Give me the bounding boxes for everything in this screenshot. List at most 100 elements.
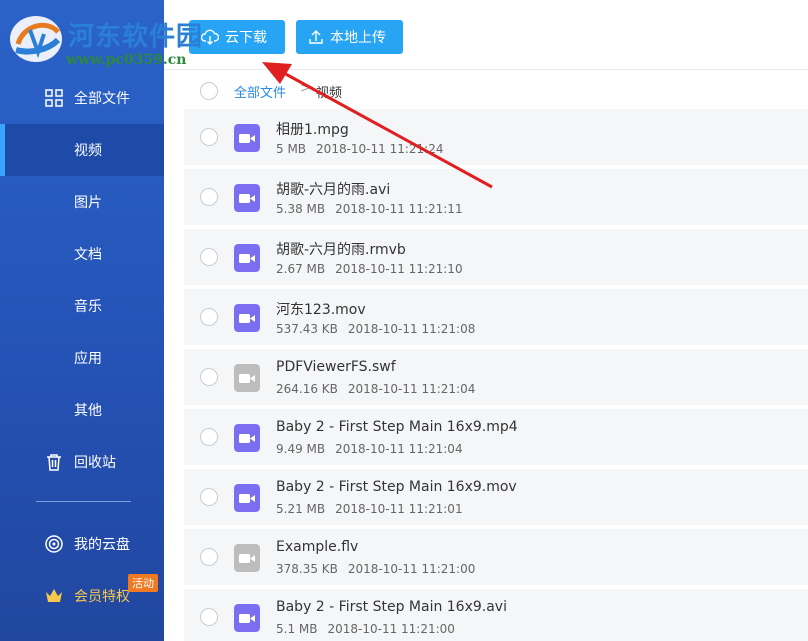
crown-icon — [46, 589, 62, 602]
file-date: 2018-10-11 11:21:11 — [335, 202, 463, 216]
video-file-icon — [234, 484, 260, 512]
file-row[interactable]: 胡歌-六月的雨.rmvb 2.67 MB 2018-10-11 11:21:10 — [184, 229, 808, 289]
file-row-background — [184, 469, 808, 525]
sidebar-item-video[interactable]: 视频 — [0, 124, 164, 176]
file-checkbox[interactable] — [200, 188, 218, 206]
file-date: 2018-10-11 11:21:00 — [347, 562, 476, 576]
sidebar-item-label: 图片 — [74, 195, 102, 211]
file-size: 2.67 MB — [276, 262, 326, 276]
file-row-background — [184, 409, 808, 465]
logo-icon — [10, 16, 62, 62]
file-size: 5.21 MB — [276, 502, 326, 516]
file-size: 5.1 MB — [276, 622, 318, 636]
activity-badge: 活动 — [128, 574, 158, 592]
file-row[interactable]: 胡歌-六月的雨.avi 5.38 MB 2018-10-11 11:21:11 — [184, 169, 808, 229]
file-row[interactable]: Example.flv 378.35 KB 2018-10-11 11:21:00 — [184, 529, 808, 589]
file-size: 5 MB — [276, 142, 307, 156]
sidebar-item-label: 全部文件 — [74, 91, 130, 107]
sidebar-item-label: 我的云盘 — [74, 537, 130, 553]
file-meta: 2.67 MB 2018-10-11 11:21:10 — [276, 262, 463, 276]
file-meta: 264.16 KB 2018-10-11 11:21:04 — [276, 382, 475, 396]
sidebar-item-label: 应用 — [74, 351, 102, 367]
file-name[interactable]: 河东123.mov — [276, 299, 366, 319]
file-checkbox[interactable] — [200, 308, 218, 326]
file-list: 相册1.mpg 5 MB 2018-10-11 11:21:24 胡歌-六月的雨.av… — [184, 109, 808, 641]
sidebar-item-documents[interactable]: 文档 — [0, 228, 164, 280]
breadcrumb: 全部文件 > 视频 — [184, 80, 784, 102]
sidebar-item-music[interactable]: 音乐 — [0, 280, 164, 332]
sidebar-item-recycle-bin[interactable]: 回收站 — [0, 436, 164, 488]
sidebar-item-label: 文档 — [74, 247, 102, 263]
file-checkbox[interactable] — [200, 428, 218, 446]
file-name[interactable]: Baby 2 - First Step Main 16x9.mov — [276, 479, 517, 495]
local-upload-label: 本地上传 — [330, 30, 386, 46]
file-date: 2018-10-11 11:21:00 — [327, 622, 455, 636]
file-checkbox[interactable] — [200, 548, 218, 566]
file-size: 5.38 MB — [276, 202, 326, 216]
file-row-background — [184, 529, 808, 585]
video-file-icon — [234, 424, 260, 452]
sidebar-nav: 全部文件 视频 图片 文档 音乐 应用 其他 回收站 — [0, 72, 164, 488]
grid-icon — [45, 89, 63, 107]
file-name[interactable]: PDFViewerFS.swf — [276, 359, 396, 375]
file-meta: 5.1 MB 2018-10-11 11:21:00 — [276, 622, 455, 636]
breadcrumb-separator: > — [300, 81, 311, 96]
file-size: 537.43 KB — [276, 322, 338, 336]
video-file-icon — [234, 304, 260, 332]
select-all-checkbox[interactable] — [200, 82, 218, 100]
file-meta: 5 MB 2018-10-11 11:21:24 — [276, 142, 444, 156]
file-name[interactable]: Baby 2 - First Step Main 16x9.avi — [276, 599, 507, 615]
sidebar-item-images[interactable]: 图片 — [0, 176, 164, 228]
file-row[interactable]: 相册1.mpg 5 MB 2018-10-11 11:21:24 — [184, 109, 808, 169]
local-upload-button[interactable]: 本地上传 — [296, 20, 403, 54]
file-checkbox[interactable] — [200, 248, 218, 266]
sidebar-item-apps[interactable]: 应用 — [0, 332, 164, 384]
file-name[interactable]: 胡歌-六月的雨.avi — [276, 179, 390, 199]
upload-icon — [309, 30, 323, 44]
file-row[interactable]: Baby 2 - First Step Main 16x9.avi 5.1 MB 2… — [184, 589, 808, 641]
sidebar-item-my-cloud[interactable]: 我的云盘 — [0, 518, 164, 570]
sidebar-item-label: 音乐 — [74, 299, 102, 315]
file-date: 2018-10-11 11:21:04 — [347, 382, 476, 396]
file-size: 264.16 KB — [276, 382, 338, 396]
sidebar-item-other[interactable]: 其他 — [0, 384, 164, 436]
video-file-icon — [234, 244, 260, 272]
sidebar-item-all-files[interactable]: 全部文件 — [0, 72, 164, 124]
file-date: 2018-10-11 11:21:08 — [347, 322, 476, 336]
breadcrumb-current: 视频 — [316, 86, 343, 101]
file-name[interactable]: Example.flv — [276, 539, 358, 555]
file-row[interactable]: Baby 2 - First Step Main 16x9.mp4 9.49 MB… — [184, 409, 808, 469]
video-file-icon — [234, 604, 260, 632]
file-name[interactable]: Baby 2 - First Step Main 16x9.mp4 — [276, 419, 518, 435]
unknown-file-icon — [234, 364, 260, 392]
file-size: 9.49 MB — [276, 442, 326, 456]
trash-icon — [47, 454, 61, 471]
cloud-download-label: 云下载 — [225, 30, 267, 46]
file-meta: 9.49 MB 2018-10-11 11:21:04 — [276, 442, 463, 456]
file-meta: 537.43 KB 2018-10-11 11:21:08 — [276, 322, 475, 336]
sidebar: 全部文件 视频 图片 文档 音乐 应用 其他 回收站 我的云盘 会员特权 活动 — [0, 0, 164, 641]
file-meta: 5.21 MB 2018-10-11 11:21:01 — [276, 502, 463, 516]
file-checkbox[interactable] — [200, 488, 218, 506]
file-row[interactable]: Baby 2 - First Step Main 16x9.mov 5.21 MB… — [184, 469, 808, 529]
file-size: 378.35 KB — [276, 562, 338, 576]
file-date: 2018-10-11 11:21:10 — [335, 262, 463, 276]
cloud-disk-icon — [45, 535, 63, 553]
sidebar-divider — [36, 501, 131, 502]
file-meta: 5.38 MB 2018-10-11 11:21:11 — [276, 202, 463, 216]
sidebar-item-label: 会员特权 — [74, 589, 130, 605]
file-name[interactable]: 胡歌-六月的雨.rmvb — [276, 239, 406, 259]
breadcrumb-root-link[interactable]: 全部文件 — [234, 82, 286, 101]
file-checkbox[interactable] — [200, 368, 218, 386]
file-row-background — [184, 349, 808, 405]
file-row[interactable]: PDFViewerFS.swf 264.16 KB 2018-10-11 11:21… — [184, 349, 808, 409]
file-row[interactable]: 河东123.mov 537.43 KB 2018-10-11 11:21:08 — [184, 289, 808, 349]
watermark-logo: 河东软件园 www.pc0359.cn — [4, 8, 204, 72]
video-file-icon — [234, 124, 260, 152]
file-name[interactable]: 相册1.mpg — [276, 119, 349, 139]
file-checkbox[interactable] — [200, 608, 218, 626]
sidebar-bottom: 我的云盘 会员特权 — [0, 518, 164, 622]
main-panel: 云下载 本地上传 全部文件 > 视频 相册1.mpg 5 MB 2018-10-11… — [164, 0, 808, 641]
sidebar-item-label: 回收站 — [74, 455, 116, 471]
file-checkbox[interactable] — [200, 128, 218, 146]
